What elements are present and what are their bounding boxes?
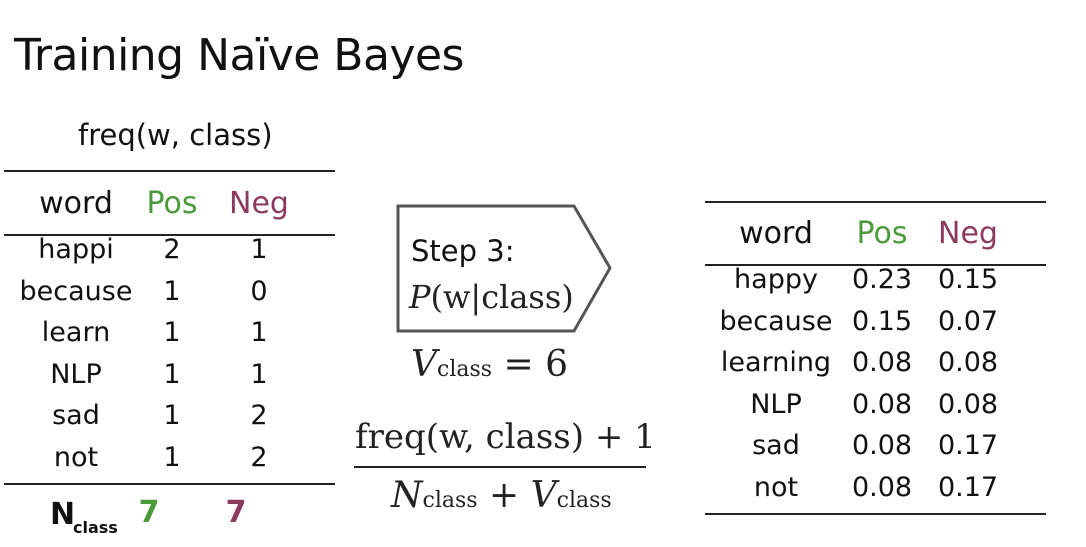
- left_table-row-neg: 1: [250, 234, 268, 265]
- right-table-top-rule: [705, 201, 1046, 203]
- right_table-row-word: NLP: [750, 388, 802, 420]
- right_table-row-neg: 0.08: [937, 347, 999, 378]
- left_table-row-word: NLP: [50, 358, 102, 390]
- left-table-top-rule: [4, 170, 335, 172]
- vclass-subscript: class: [437, 357, 493, 382]
- right_table-row-neg: 0.17: [937, 471, 999, 503]
- step-label: Step 3:: [411, 234, 515, 268]
- right_table-row-word: sad: [752, 430, 800, 461]
- right_table-row-neg: 0.15: [937, 264, 999, 295]
- left_table-row-neg: 2: [250, 400, 268, 431]
- left-table-bottom-rule: [4, 483, 335, 485]
- vclass-equation: Vclass = 6: [411, 344, 568, 385]
- page-title: Training Naïve Bayes: [14, 30, 464, 81]
- prob-args: (w|class): [430, 278, 574, 316]
- left_table-row-neg: 1: [250, 358, 268, 390]
- left-header-word: word: [39, 186, 113, 221]
- left_table-row-pos: 2: [163, 234, 181, 265]
- right_table-row-pos: 0.08: [851, 430, 913, 461]
- right_table-row-word: not: [753, 471, 799, 503]
- fraction-bar: [354, 466, 646, 468]
- left-header-neg: Neg: [229, 186, 289, 221]
- right_table-row-neg: 0.17: [937, 430, 999, 461]
- right_table-row-pos: 0.08: [851, 471, 913, 503]
- left_table-row-pos: 1: [163, 358, 181, 390]
- right_table-row-neg: 0.07: [937, 305, 999, 337]
- left_table-row-neg: 0: [250, 275, 268, 307]
- right-header-neg: Neg: [938, 216, 998, 251]
- nclass-pos-value: 7: [138, 495, 160, 530]
- right-header-word: word: [739, 216, 813, 251]
- right_table-row-pos: 0.15: [851, 305, 913, 337]
- right-table-bottom-rule: [705, 513, 1046, 515]
- left_table-row-word: sad: [52, 400, 100, 431]
- formula-denominator: Nclass + Vclass: [391, 475, 612, 516]
- nclass-neg-value: 7: [225, 495, 247, 530]
- left_table-row-word: because: [19, 275, 133, 307]
- right-header-pos: Pos: [856, 216, 908, 251]
- vclass-value: = 6: [503, 344, 569, 385]
- left_table-row-pos: 1: [163, 441, 181, 473]
- left-header-pos: Pos: [146, 186, 198, 221]
- left_table-row-pos: 1: [163, 317, 181, 348]
- den-plus: +: [489, 475, 520, 516]
- den-symbol-n: N: [391, 475, 423, 516]
- right_table-row-pos: 0.23: [851, 264, 913, 295]
- left_table-row-word: learn: [41, 317, 111, 348]
- vclass-symbol-v: V: [411, 344, 437, 385]
- freq-table-caption: freq(w, class): [78, 118, 273, 152]
- left_table-row-neg: 1: [250, 317, 268, 348]
- left_table-row-word: not: [53, 441, 99, 473]
- nclass-label-subscript: class: [73, 518, 118, 537]
- right_table-row-pos: 0.08: [851, 347, 913, 378]
- den-v-subscript: class: [556, 488, 612, 513]
- right_table-row-pos: 0.08: [851, 388, 913, 420]
- right_table-row-neg: 0.08: [937, 388, 999, 420]
- right_table-row-word: happy: [734, 264, 818, 295]
- den-n-subscript: class: [422, 488, 478, 513]
- left_table-row-pos: 1: [163, 275, 181, 307]
- right_table-row-word: because: [719, 305, 833, 337]
- left_table-row-word: happi: [38, 234, 114, 265]
- right_table-row-word: learning: [720, 347, 832, 378]
- den-symbol-v: V: [530, 475, 557, 516]
- formula-numerator: freq(w, class) + 1: [355, 417, 656, 457]
- nclass-label: N: [50, 497, 76, 532]
- prob-symbol-p: P: [409, 278, 431, 316]
- left_table-row-pos: 1: [163, 400, 181, 431]
- left_table-row-neg: 2: [250, 441, 268, 473]
- probability-expression: P(w|class): [409, 278, 574, 316]
